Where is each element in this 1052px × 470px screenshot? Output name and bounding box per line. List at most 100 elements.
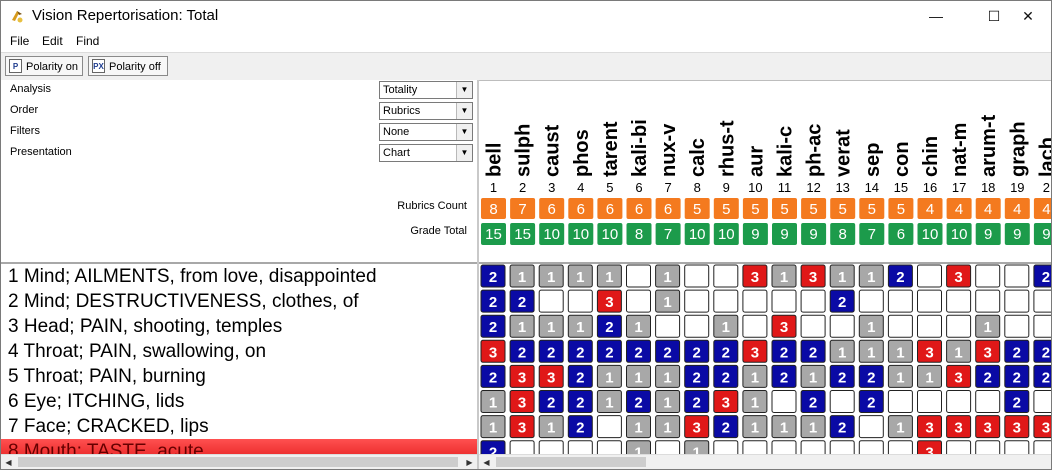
grade-value: 1: [518, 319, 526, 336]
grade-cell: [946, 289, 972, 313]
grade-cell: [538, 440, 564, 454]
rubric-row[interactable]: 1 Mind; AILMENTS, from love, disappointe…: [1, 264, 477, 289]
menu-file[interactable]: File: [10, 34, 29, 48]
grade-cell: [975, 440, 1001, 454]
grade-cell: [829, 314, 855, 338]
rubric-list-scrollbar[interactable]: ◀ ▶: [1, 454, 477, 469]
grade-value: 2: [838, 420, 846, 437]
grade-value: 1: [605, 369, 613, 386]
rubrics-count-value: 6: [664, 201, 672, 218]
rubric-row[interactable]: 8 Mouth; TASTE, acute: [1, 439, 477, 454]
grade-value: 1: [663, 395, 671, 412]
rubric-row[interactable]: 7 Face; CRACKED, lips: [1, 414, 477, 439]
grade-value: 2: [867, 395, 875, 412]
grade-total-value: 8: [635, 226, 643, 243]
app-window: Vision Repertorisation: Total — ☐ ✕ File…: [0, 0, 1052, 470]
grade-value: 2: [1013, 344, 1021, 361]
dropdown-arrow-icon[interactable]: ▼: [456, 145, 472, 161]
remedy-name-label: sep: [862, 143, 884, 177]
title-bar[interactable]: Vision Repertorisation: Total — ☐ ✕: [1, 1, 1051, 31]
close-button[interactable]: ✕: [1005, 1, 1051, 31]
grade-value: 1: [605, 395, 613, 412]
rubric-row[interactable]: 3 Head; PAIN, shooting, temples: [1, 314, 477, 339]
remedy-rank-label: 19: [1010, 180, 1024, 195]
rubrics-count-value: 5: [868, 201, 876, 218]
menu-find[interactable]: Find: [76, 34, 99, 48]
remedy-rank-label: 2: [1043, 180, 1050, 195]
grade-value: 3: [751, 269, 759, 286]
grade-cell: [917, 289, 942, 313]
grade-value: 2: [896, 269, 904, 286]
rubric-row[interactable]: 4 Throat; PAIN, swallowing, on: [1, 339, 477, 364]
grade-value: 2: [576, 344, 584, 361]
rubrics-count-value: 5: [693, 201, 701, 218]
scroll-right-icon[interactable]: ▶: [462, 455, 477, 469]
grade-value: 1: [663, 420, 671, 437]
grade-cell: [509, 440, 535, 454]
filters-select[interactable]: None ▼: [379, 123, 473, 141]
grade-total-value: 10: [602, 226, 619, 243]
grade-cell: [713, 440, 739, 454]
rubric-row[interactable]: 5 Throat; PAIN, burning: [1, 364, 477, 389]
polarity-on-button[interactable]: P Polarity on: [5, 56, 83, 76]
grade-cell: [742, 440, 768, 454]
dropdown-arrow-icon[interactable]: ▼: [456, 82, 472, 98]
grade-cell: [771, 390, 797, 413]
grade-cell: [858, 440, 884, 454]
remedy-rank-label: 10: [748, 180, 762, 195]
minimize-button[interactable]: —: [913, 1, 959, 31]
grade-value: 2: [780, 369, 788, 386]
grade-value: 1: [663, 369, 671, 386]
grade-value: 3: [751, 344, 759, 361]
presentation-select[interactable]: Chart ▼: [379, 144, 473, 162]
filters-label: Filters: [10, 125, 40, 137]
grade-value: 2: [1042, 369, 1050, 386]
dropdown-arrow-icon[interactable]: ▼: [456, 124, 472, 140]
grade-value: 2: [518, 344, 526, 361]
grade-cell: [917, 314, 942, 338]
order-value: Rubrics: [383, 105, 421, 117]
rubric-row[interactable]: 6 Eye; ITCHING, lids: [1, 389, 477, 414]
analysis-select[interactable]: Totality ▼: [379, 81, 473, 99]
grade-cell: [1004, 264, 1030, 288]
grade-value: 3: [489, 344, 497, 361]
grade-cell: [684, 264, 710, 288]
remedy-rank-label: 4: [577, 180, 584, 195]
grade-value: 2: [634, 344, 642, 361]
grade-cell: [538, 289, 564, 313]
chart-scrollbar[interactable]: ◀: [479, 454, 1051, 469]
remedy-name-label: caust: [542, 124, 564, 177]
scroll-thumb[interactable]: [18, 457, 458, 467]
scroll-left-icon[interactable]: ◀: [1, 455, 16, 469]
polarity-off-button[interactable]: PX Polarity off: [88, 56, 168, 76]
remedy-rank-label: 6: [635, 180, 642, 195]
grade-value: 1: [547, 420, 555, 437]
grade-value: 1: [576, 319, 584, 336]
grade-value: 1: [634, 420, 642, 437]
grade-value: 2: [1042, 269, 1050, 286]
grade-cell: [713, 289, 739, 313]
remedy-rank-label: 5: [606, 180, 613, 195]
menu-edit[interactable]: Edit: [42, 34, 63, 48]
rubric-row[interactable]: 2 Mind; DESTRUCTIVENESS, clothes, of: [1, 289, 477, 314]
grade-value: 3: [780, 319, 788, 336]
grade-cell: [567, 289, 593, 313]
scroll-left-icon[interactable]: ◀: [479, 455, 494, 469]
order-select[interactable]: Rubrics ▼: [379, 102, 473, 120]
dropdown-arrow-icon[interactable]: ▼: [456, 103, 472, 119]
rubrics-count-value: 4: [984, 201, 992, 218]
grade-value: 2: [1013, 369, 1021, 386]
grade-value: 2: [809, 395, 817, 412]
rubrics-count-value: 6: [577, 201, 585, 218]
grade-cell: [596, 440, 622, 454]
rubrics-count-value: 5: [780, 201, 788, 218]
remedy-rank-label: 18: [981, 180, 995, 195]
remedy-rank-label: 9: [723, 180, 730, 195]
grade-total-value: 9: [809, 226, 817, 243]
grade-cell: [1004, 314, 1030, 338]
scroll-thumb[interactable]: [496, 457, 646, 467]
grade-cell: [800, 289, 826, 313]
rubrics-count-value: 5: [751, 201, 759, 218]
grade-value: 2: [693, 369, 701, 386]
grade-value: 1: [751, 395, 759, 412]
